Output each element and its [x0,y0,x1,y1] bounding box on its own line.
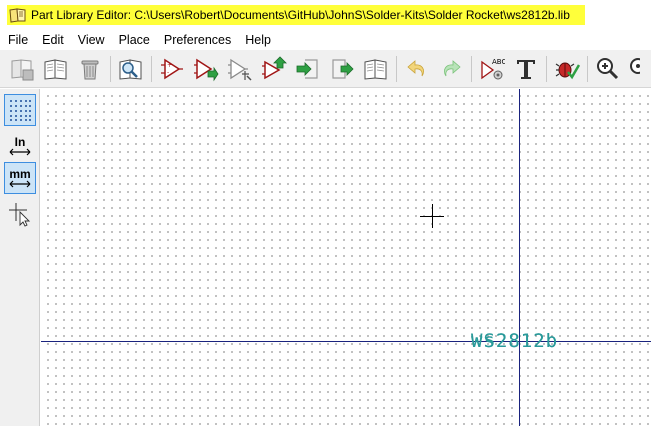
horizontal-axis-line [41,341,651,342]
redo-icon [444,59,461,76]
menu-place[interactable]: Place [112,30,157,50]
new-part-button[interactable]: + - [158,54,186,84]
undo-button[interactable] [403,54,431,84]
select-library-button[interactable] [42,54,70,84]
toolbar-separator [587,55,588,82]
svg-text:-: - [167,69,169,76]
cursor-shape-button[interactable] [4,198,36,230]
library-browser-button[interactable] [117,54,145,84]
left-toolbar: In mm [0,89,40,426]
import-part-button[interactable] [294,54,322,84]
units-inch-label: In [14,135,26,149]
save-part-button[interactable] [260,54,288,84]
units-inch-button[interactable]: In [4,130,36,162]
drawing-canvas[interactable]: WS2812b ws2812b [41,89,651,426]
crosshair-cursor-icon [9,203,31,227]
menu-view[interactable]: View [71,30,112,50]
svg-text:ABC: ABC [492,58,505,66]
import-part-icon [296,58,318,79]
book-icon [364,58,387,80]
edit-properties-icon: ABC [481,58,505,79]
edit-fields-button[interactable] [512,54,540,84]
zoom-auto-icon [630,57,640,74]
zoom-auto-button[interactable] [628,54,640,84]
double-arrow-icon [9,180,31,188]
main-toolbar: + - ABC [0,50,651,88]
grid-toggle-button[interactable] [4,94,36,126]
zoom-in-button[interactable] [594,54,622,84]
delete-part-button[interactable] [76,54,104,84]
svg-text:+: + [167,62,172,69]
bug-check-icon [555,62,580,79]
export-part-icon [332,58,354,79]
crosshair-cursor-vertical [432,204,433,228]
window-title: Part Library Editor: C:\Users\Robert\Doc… [31,8,570,22]
load-part-button[interactable] [192,54,220,84]
library-browser-icon [119,58,142,80]
select-library-icon [44,58,67,80]
text-icon [517,59,535,79]
save-part-icon [262,55,287,79]
save-library-icon [11,58,34,80]
toolbar-separator [546,55,547,82]
edit-properties-button[interactable]: ABC [478,54,506,84]
redo-button[interactable] [437,54,465,84]
double-arrow-icon [9,148,31,156]
grid-icon [10,100,31,121]
create-from-current-button[interactable] [226,54,254,84]
vertical-axis-line [519,89,520,426]
menu-bar: File Edit View Place Preferences Help [0,30,651,50]
menu-file[interactable]: File [0,30,35,50]
title-highlight: Part Library Editor: C:\Users\Robert\Doc… [7,5,585,25]
create-from-current-icon [228,58,252,81]
units-mm-label: mm [9,167,31,181]
units-mm-button[interactable]: mm [4,162,36,194]
part-value-field[interactable]: ws2812b [471,330,558,352]
save-library-button[interactable] [8,54,36,84]
toolbar-separator [151,55,152,82]
export-part-button[interactable] [328,54,356,84]
toolbar-separator [110,55,111,82]
menu-preferences[interactable]: Preferences [157,30,238,50]
menu-help[interactable]: Help [238,30,278,50]
zoom-in-icon [597,57,619,79]
menu-edit[interactable]: Edit [35,30,71,50]
library-editor-app-icon [9,7,27,23]
title-bar: Part Library Editor: C:\Users\Robert\Doc… [0,0,651,30]
erc-check-button[interactable] [553,54,581,84]
toolbar-separator [396,55,397,82]
trash-icon [81,60,99,79]
load-part-icon [194,58,219,81]
export-to-new-library-button[interactable] [362,54,390,84]
new-part-icon: + - [161,58,183,79]
undo-icon [407,59,424,76]
toolbar-separator [471,55,472,82]
